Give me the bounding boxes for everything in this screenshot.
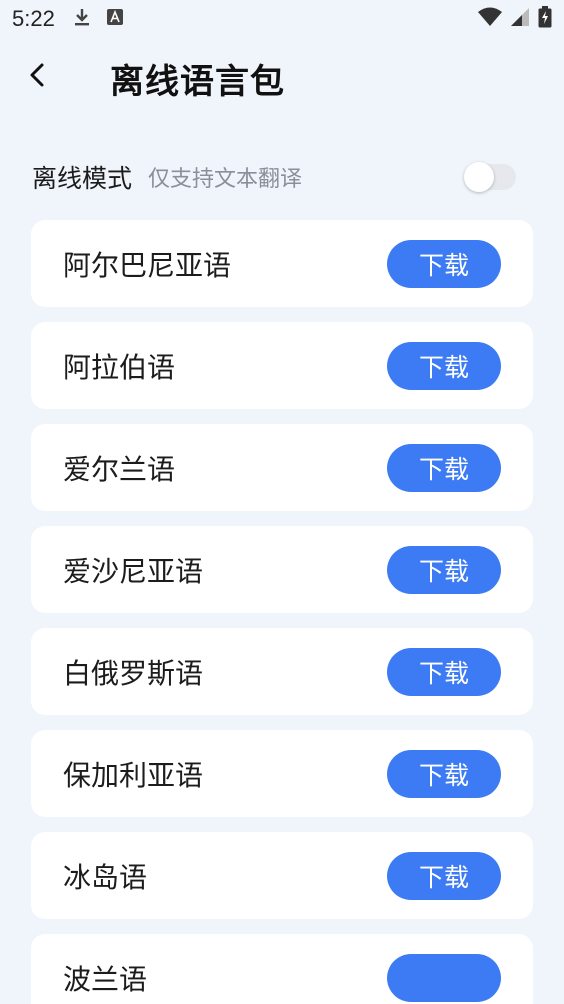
language-name: 爱尔兰语 [63, 452, 176, 486]
status-bar: 5:22 [0, 0, 564, 38]
language-item: 阿尔巴尼亚语 下载 [31, 220, 533, 307]
signal-icon [510, 7, 530, 31]
language-name: 保加利亚语 [63, 758, 204, 792]
language-list: 阿尔巴尼亚语 下载 阿拉伯语 下载 爱尔兰语 下载 爱沙尼亚语 下载 白俄罗斯语… [31, 220, 533, 1004]
back-button[interactable] [22, 62, 52, 92]
language-item: 阿拉伯语 下载 [31, 322, 533, 409]
language-name: 波兰语 [63, 962, 148, 996]
language-name: 冰岛语 [63, 860, 148, 894]
status-time: 5:22 [12, 6, 55, 31]
download-button[interactable]: 下载 [387, 342, 501, 390]
language-item: 爱沙尼亚语 下载 [31, 526, 533, 613]
offline-mode-label: 离线模式 [32, 164, 133, 193]
download-button[interactable]: 下载 [387, 240, 501, 288]
toggle-knob [464, 162, 494, 192]
battery-icon [538, 6, 552, 32]
header: 离线语言包 [0, 50, 564, 106]
language-item: 波兰语 [31, 934, 533, 1004]
download-button[interactable]: 下载 [387, 546, 501, 594]
download-button[interactable]: 下载 [387, 444, 501, 492]
language-item: 白俄罗斯语 下载 [31, 628, 533, 715]
offline-mode-subtitle: 仅支持文本翻译 [148, 167, 303, 192]
download-button[interactable]: 下载 [387, 852, 501, 900]
language-item: 爱尔兰语 下载 [31, 424, 533, 511]
page-title: 离线语言包 [110, 62, 285, 102]
language-name: 爱沙尼亚语 [63, 554, 204, 588]
language-name: 阿拉伯语 [63, 350, 176, 384]
language-item: 冰岛语 下载 [31, 832, 533, 919]
download-button[interactable]: 下载 [387, 750, 501, 798]
language-item: 保加利亚语 下载 [31, 730, 533, 817]
offline-mode-row: 离线模式 仅支持文本翻译 [32, 152, 532, 202]
back-arrow-icon [28, 62, 46, 92]
language-name: 白俄罗斯语 [63, 656, 204, 690]
download-button[interactable] [387, 954, 501, 1002]
wifi-icon [478, 7, 502, 31]
a-icon [106, 9, 123, 29]
language-name: 阿尔巴尼亚语 [63, 248, 232, 282]
download-icon [73, 7, 91, 31]
download-button[interactable]: 下载 [387, 648, 501, 696]
offline-mode-toggle[interactable] [464, 162, 516, 192]
